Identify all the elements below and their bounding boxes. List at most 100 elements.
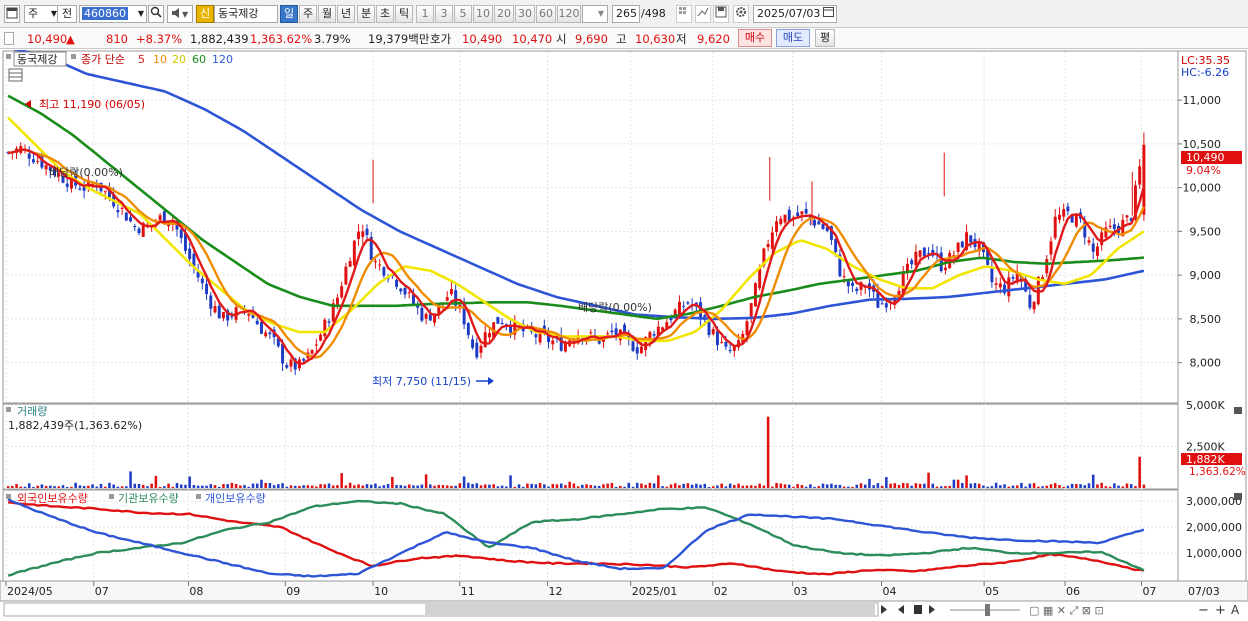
interval-20-button[interactable]: 20 <box>494 5 514 23</box>
chart-tools-icons[interactable]: ▢ ▦ ✕ ⤢ ⊠ ⊡ <box>1029 604 1104 617</box>
volume-bar <box>471 483 474 488</box>
zoom-in-icon[interactable]: + <box>1215 603 1226 618</box>
scrollbar-thumb[interactable] <box>425 604 875 615</box>
candle-body <box>340 286 344 298</box>
sound-icon[interactable]: ▼ <box>167 5 193 23</box>
volume-bar <box>293 485 297 488</box>
interval-60-button[interactable]: 60 <box>536 5 556 23</box>
interval-5-button[interactable]: 5 <box>454 5 472 23</box>
volume-bar <box>53 486 56 488</box>
table-view-icon[interactable] <box>8 68 23 82</box>
sell-button[interactable]: 매도 <box>776 29 810 47</box>
volume-bar <box>787 484 791 488</box>
zoom-out-icon[interactable]: − <box>1198 603 1209 618</box>
period-month-tab[interactable]: 월 <box>318 5 336 23</box>
calendar-icon[interactable] <box>823 6 834 22</box>
candle-body <box>753 283 757 307</box>
search-icon[interactable] <box>148 5 164 23</box>
evaluation-button[interactable]: 평 <box>815 29 835 47</box>
candle-body <box>65 183 69 187</box>
chart-area[interactable]: 11,000 10,500 10,000 9,500 9,000 8,500 8,000 5,… <box>0 46 1248 621</box>
interval-1-button[interactable]: 1 <box>416 5 434 23</box>
legend-marker-icon <box>6 494 11 499</box>
volume-bar <box>217 486 221 488</box>
close-panel-icon[interactable] <box>1234 493 1242 500</box>
holdings-panel[interactable] <box>2 489 1179 582</box>
volume-bar <box>222 484 225 488</box>
playback-controls[interactable] <box>898 605 935 614</box>
current-price: 10,490 <box>27 32 68 46</box>
buy-button[interactable]: 매수 <box>738 29 772 47</box>
candle-body <box>323 319 327 337</box>
volume-bar <box>171 486 175 488</box>
interval-10-button[interactable]: 10 <box>473 5 493 23</box>
volume-bar <box>897 485 901 488</box>
volume-bar <box>619 485 622 488</box>
zoom-slider-handle[interactable] <box>985 604 990 616</box>
quote-toggle-icon[interactable] <box>4 32 14 45</box>
volume-bar <box>969 483 973 488</box>
save-icon[interactable] <box>713 5 729 23</box>
price-panel[interactable] <box>2 50 1179 404</box>
volume-bar <box>990 486 994 488</box>
scroll-right-icon[interactable] <box>881 605 887 614</box>
interval-3-button[interactable]: 3 <box>435 5 453 23</box>
legend-ma20: 20 <box>172 53 186 66</box>
period-second-tab[interactable]: 초 <box>376 5 394 23</box>
volume-bar <box>521 486 525 488</box>
legend-institution: 기관보유수량 <box>118 492 179 505</box>
volume-bar <box>707 486 711 488</box>
range-button[interactable]: 전 <box>57 5 77 23</box>
interval-120-button[interactable]: 120 <box>557 5 581 23</box>
candle-body <box>382 267 386 276</box>
volume-bar <box>876 483 880 488</box>
interval-custom-select[interactable]: ▼ <box>582 5 608 23</box>
date-input[interactable]: 2025/07/03 <box>753 5 837 23</box>
candle-body <box>682 305 686 307</box>
volume-bar <box>196 485 200 488</box>
volume-bar <box>361 485 365 488</box>
high-label: 고 <box>616 32 627 46</box>
scroll-left-icon[interactable] <box>898 605 904 614</box>
period-tick-tab[interactable]: 틱 <box>395 5 413 23</box>
font-size-icon[interactable]: A <box>1231 603 1240 617</box>
volume-bar <box>285 486 289 488</box>
volume-bar <box>1075 484 1078 488</box>
volume-bar <box>513 486 517 488</box>
volume-bar <box>766 416 770 488</box>
chevron-down-icon: ▼ <box>597 9 604 18</box>
volume-bar <box>973 483 977 488</box>
trend-draw-icon[interactable] <box>695 5 711 23</box>
candle-body <box>960 241 964 248</box>
volume-bar <box>184 484 187 488</box>
play-icon[interactable] <box>929 605 935 614</box>
grid-tools-icon[interactable] <box>676 5 692 23</box>
stock-code-input[interactable]: 460860 <box>82 7 128 20</box>
legend-ma-label: 종가 단순 <box>81 53 125 66</box>
open-label: 시 <box>556 32 567 46</box>
stock-chart-svg[interactable]: 11,000 10,500 10,000 9,500 9,000 8,500 8,000 5,… <box>0 46 1248 621</box>
x-tick-label: 07 <box>1142 585 1156 598</box>
volume-bar <box>644 484 647 488</box>
close-panel-icon[interactable] <box>1234 407 1242 414</box>
period-type-select[interactable]: 주 ▼ <box>24 5 60 23</box>
candle-body <box>998 283 1002 288</box>
data-count-input[interactable]: 265 <box>612 5 640 23</box>
period-minute-tab[interactable]: 분 <box>357 5 375 23</box>
volume-bar <box>1053 483 1057 488</box>
window-menu-icon[interactable] <box>4 5 20 23</box>
volume-bar <box>872 485 875 488</box>
volume-bar <box>576 486 580 488</box>
candle-body <box>357 231 361 239</box>
volume-tick-label: 5,000K <box>1186 399 1225 412</box>
period-week-tab[interactable]: 주 <box>299 5 317 23</box>
volume-bar <box>682 483 685 488</box>
stock-name-field[interactable]: 동국제강 <box>214 5 278 23</box>
gear-icon[interactable] <box>733 5 749 23</box>
interval-30-button[interactable]: 30 <box>515 5 535 23</box>
stop-icon[interactable] <box>914 605 922 614</box>
period-day-tab[interactable]: 일 <box>280 5 298 23</box>
period-year-tab[interactable]: 년 <box>337 5 355 23</box>
stock-code-select[interactable]: 460860 ▼ <box>79 5 147 23</box>
volume-bar <box>40 484 44 488</box>
